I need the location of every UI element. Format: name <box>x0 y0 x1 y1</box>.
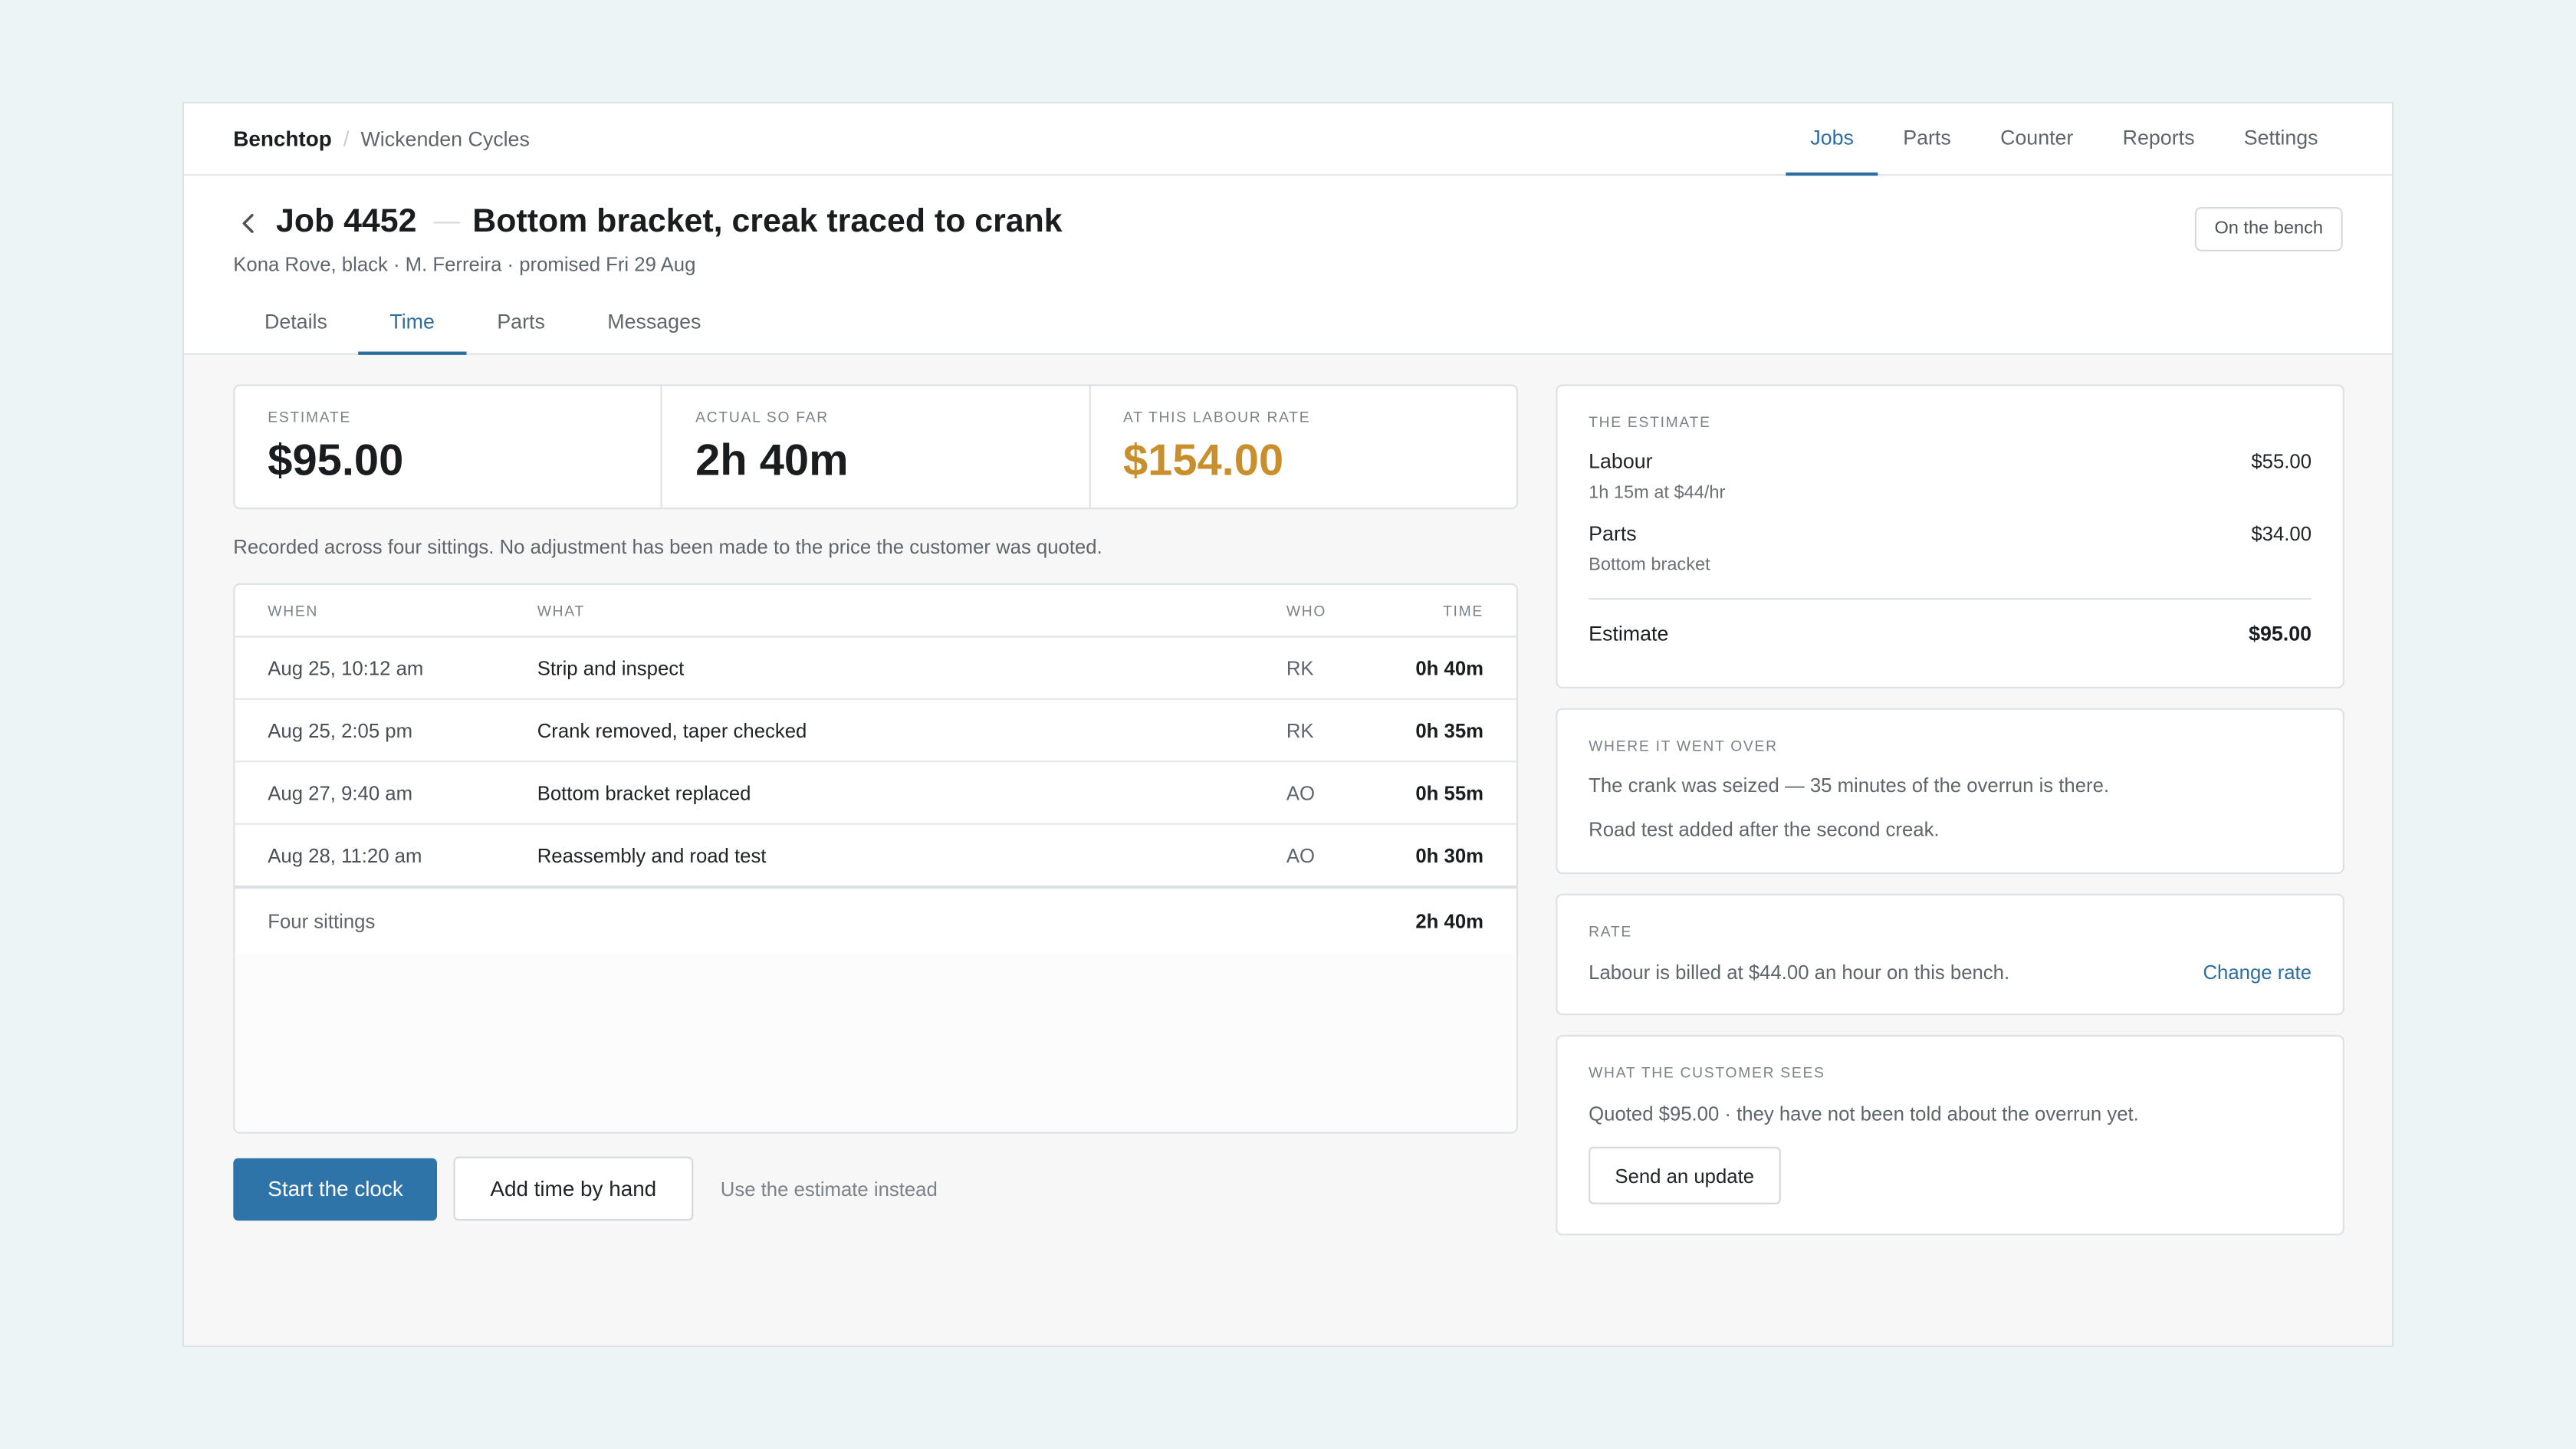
cell-time: 0h 55m <box>1415 780 1484 804</box>
line-detail: 1h 15m at $44/hr <box>1589 483 1726 503</box>
change-rate-link[interactable]: Change rate <box>2203 961 2312 984</box>
card-label: WHERE IT WENT OVER <box>1589 738 1778 754</box>
app-window: Benchtop / Wickenden Cycles Jobs Parts C… <box>182 101 2394 1348</box>
table-row[interactable]: Aug 25, 10:12 am Strip and inspect RK 0h… <box>235 637 1516 700</box>
job-number: Job 4452 <box>276 203 417 240</box>
nav-jobs[interactable]: Jobs <box>1786 104 1879 176</box>
nav-counter[interactable]: Counter <box>1976 104 2098 174</box>
job-title: Bottom bracket, creak traced to crank <box>472 203 1063 240</box>
parts-line: Parts $34.00 <box>1589 522 2312 545</box>
cell-time: 0h 40m <box>1415 656 1484 680</box>
chevron-left-icon[interactable] <box>233 205 263 241</box>
stat-label: AT THIS LABOUR RATE <box>1122 409 1311 426</box>
total-amount: $95.00 <box>2249 623 2312 646</box>
time-actions: Start the clock Add time by hand Use the… <box>233 1156 1518 1221</box>
job-subtitle: Kona Rove, black · M. Ferreira · promise… <box>233 253 696 276</box>
cell-who: RK <box>1286 718 1314 742</box>
add-time-button[interactable]: Add time by hand <box>454 1156 693 1221</box>
rate-card: RATE Labour is billed at $44.00 an hour … <box>1556 893 2344 1016</box>
nav-settings[interactable]: Settings <box>2220 104 2343 174</box>
stat-label: ACTUAL SO FAR <box>695 409 829 426</box>
header-what[interactable]: WHAT <box>537 602 1286 618</box>
table-row[interactable]: Aug 28, 11:20 am Reassembly and road tes… <box>235 825 1516 888</box>
stats-strip: ESTIMATE $95.00 ACTUAL SO FAR 2h 40m AT … <box>233 384 1518 510</box>
cell-time: 0h 35m <box>1415 718 1484 742</box>
table-row[interactable]: Aug 27, 9:40 am Bottom bracket replaced … <box>235 762 1516 825</box>
total-label: Four sittings <box>268 909 376 933</box>
header-when[interactable]: WHEN <box>235 602 537 618</box>
total-label: Estimate <box>1589 623 1669 646</box>
customer-card: WHAT THE CUSTOMER SEES Quoted $95.00 · t… <box>1556 1035 2344 1236</box>
cell-when: Aug 27, 9:40 am <box>268 780 412 804</box>
table-empty-area <box>235 952 1516 1132</box>
title-row: Job 4452 Bottom bracket, creak traced to… <box>233 203 1063 242</box>
cell-what: Reassembly and road test <box>537 843 767 867</box>
side-panel: THE ESTIMATE Labour $55.00 1h 15m at $44… <box>1556 384 2344 1255</box>
overrun-reason: The crank was seized — 35 minutes of the… <box>1589 774 2110 797</box>
overrun-reason: Road test added after the second creak. <box>1589 818 1940 842</box>
table-row[interactable]: Aug 25, 2:05 pm Crank removed, taper che… <box>235 700 1516 763</box>
stat-labour-rate-total: AT THIS LABOUR RATE $154.00 <box>1088 386 1516 508</box>
time-panel: ESTIMATE $95.00 ACTUAL SO FAR 2h 40m AT … <box>233 384 1518 1221</box>
header-who[interactable]: WHO <box>1286 602 1385 618</box>
nav-reports[interactable]: Reports <box>2098 104 2220 174</box>
cell-what: Strip and inspect <box>537 656 685 680</box>
stat-estimate: ESTIMATE $95.00 <box>235 386 661 508</box>
main-nav: Jobs Parts Counter Reports Settings <box>1786 104 2343 176</box>
top-bar: Benchtop / Wickenden Cycles Jobs Parts C… <box>184 104 2392 176</box>
send-update-button[interactable]: Send an update <box>1589 1146 1781 1204</box>
job-tabs: Details Time Parts Messages <box>233 301 733 355</box>
breadcrumb-separator: / <box>343 127 350 152</box>
cell-who: AO <box>1286 843 1316 867</box>
line-detail: Bottom bracket <box>1589 555 1710 575</box>
estimate-card: THE ESTIMATE Labour $55.00 1h 15m at $44… <box>1556 384 2344 688</box>
rate-text: Labour is billed at $44.00 an hour on th… <box>1589 961 2010 984</box>
estimate-total: Estimate $95.00 <box>1589 623 2312 646</box>
line-name: Labour <box>1589 450 1653 474</box>
stat-value: $95.00 <box>268 435 404 485</box>
time-note: Recorded across four sittings. No adjust… <box>233 535 1102 559</box>
brand-name[interactable]: Benchtop <box>233 127 331 151</box>
rate-row: Labour is billed at $44.00 an hour on th… <box>1589 961 2312 984</box>
stat-actual: ACTUAL SO FAR 2h 40m <box>661 386 1089 508</box>
nav-parts[interactable]: Parts <box>1878 104 1976 174</box>
cell-when: Aug 25, 2:05 pm <box>268 718 412 742</box>
cell-who: AO <box>1286 780 1316 804</box>
card-label: WHAT THE CUSTOMER SEES <box>1589 1064 1825 1081</box>
stat-value: $154.00 <box>1122 435 1284 485</box>
labour-line: Labour $55.00 <box>1589 450 2312 473</box>
line-amount: $55.00 <box>2251 450 2312 474</box>
total-time: 2h 40m <box>1415 909 1484 933</box>
job-header: Job 4452 Bottom bracket, creak traced to… <box>184 176 2392 355</box>
status-badge[interactable]: On the bench <box>2194 207 2343 251</box>
use-estimate-link[interactable]: Use the estimate instead <box>721 1177 938 1200</box>
shop-name: Wickenden Cycles <box>360 127 530 151</box>
card-label: RATE <box>1589 923 1633 940</box>
cell-what: Bottom bracket replaced <box>537 780 751 804</box>
line-name: Parts <box>1589 522 1637 546</box>
stat-value: 2h 40m <box>695 435 849 485</box>
cell-when: Aug 28, 11:20 am <box>268 843 422 867</box>
line-amount: $34.00 <box>2251 522 2312 546</box>
start-clock-button[interactable]: Start the clock <box>233 1157 438 1221</box>
tab-messages[interactable]: Messages <box>577 301 733 353</box>
customer-status-text: Quoted $95.00 · they have not been told … <box>1589 1102 2139 1125</box>
divider <box>1589 598 2312 600</box>
tab-time[interactable]: Time <box>358 301 467 355</box>
cell-what: Crank removed, taper checked <box>537 718 807 742</box>
table-total-row: Four sittings 2h 40m <box>235 886 1516 953</box>
title-divider <box>432 222 460 224</box>
table-header: WHEN WHAT WHO TIME <box>235 585 1516 638</box>
tab-parts[interactable]: Parts <box>466 301 577 353</box>
tab-details[interactable]: Details <box>233 301 358 353</box>
overrun-card: WHERE IT WENT OVER The crank was seized … <box>1556 708 2344 874</box>
cell-time: 0h 30m <box>1415 843 1484 867</box>
time-table: WHEN WHAT WHO TIME Aug 25, 10:12 am Stri… <box>233 583 1518 1134</box>
cell-when: Aug 25, 10:12 am <box>268 656 424 680</box>
card-label: THE ESTIMATE <box>1589 414 1711 431</box>
stat-label: ESTIMATE <box>268 409 352 426</box>
cell-who: RK <box>1286 656 1314 680</box>
header-time[interactable]: TIME <box>1385 602 1516 618</box>
